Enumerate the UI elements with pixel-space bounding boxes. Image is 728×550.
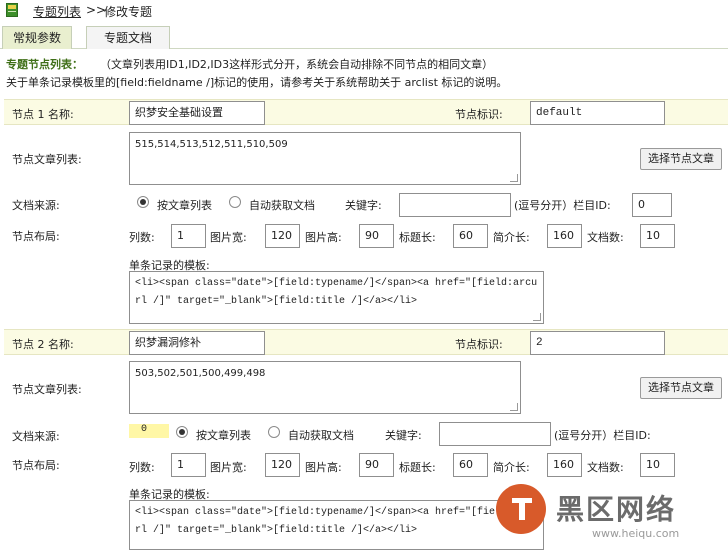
node1-imgw-label: 图片宽: xyxy=(210,231,247,244)
resize-grip-icon[interactable] xyxy=(510,174,518,182)
node1-imgh-input[interactable]: 90 xyxy=(359,224,394,248)
node2-layout-label: 节点布局: xyxy=(12,459,60,472)
node2-rownum-label: 文档数: xyxy=(587,461,624,474)
node2-name-label: 节点 2 名称: xyxy=(12,338,74,351)
node1-imgh-label: 图片高: xyxy=(305,231,342,244)
node2-imgh-label: 图片高: xyxy=(305,461,342,474)
resize-grip-icon[interactable] xyxy=(510,403,518,411)
breadcrumb-link-topic-list[interactable]: 专题列表 xyxy=(33,3,81,20)
node1-cols-input[interactable]: 1 xyxy=(171,224,206,248)
node2-radio-auto[interactable] xyxy=(268,426,280,438)
book-icon xyxy=(6,3,18,17)
node1-template-line1: <li><span class="date">[field:typename/]… xyxy=(135,278,538,289)
node1-source-label: 文档来源: xyxy=(12,199,60,212)
node2-cols-label: 列数: xyxy=(129,461,155,474)
node2-rownum-input[interactable]: 10 xyxy=(640,453,675,477)
notes-line1: （文章列表用ID1,ID2,ID3这样形式分开，系统会自动排除不同节点的相同文章… xyxy=(100,58,494,71)
node1-template-line2: rl /]" target="_blank">[field:title /]</… xyxy=(135,296,418,307)
node2-imgh-input[interactable]: 90 xyxy=(359,453,394,477)
node2-infolen-label: 简介长: xyxy=(493,461,530,474)
node2-keyword-hint: (逗号分开）栏目ID: xyxy=(554,429,651,442)
notes-line2: 关于单条记录模板里的[field:fieldname /]标记的使用，请参考关于… xyxy=(6,76,508,89)
node2-article-list-textarea[interactable]: 503,502,501,500,499,498 xyxy=(129,361,521,414)
node1-layout-label: 节点布局: xyxy=(12,230,60,243)
node1-radio-auto-label: 自动获取文档 xyxy=(249,199,315,212)
node2-name-input[interactable]: 织梦漏洞修补 xyxy=(129,331,265,355)
node2-titlelen-input[interactable]: 60 xyxy=(453,453,488,477)
node2-cols-input[interactable]: 1 xyxy=(171,453,206,477)
node1-titlelen-label: 标题长: xyxy=(399,231,436,244)
node2-template-line1: <li><span class="date">[field:typename/]… xyxy=(135,507,538,518)
node1-flag-label: 节点标识: xyxy=(455,108,503,121)
node1-radio-manual[interactable] xyxy=(137,196,149,208)
node1-list-label: 节点文章列表: xyxy=(12,153,82,166)
node2-titlelen-label: 标题长: xyxy=(399,461,436,474)
node2-imgw-label: 图片宽: xyxy=(210,461,247,474)
node2-keyword-label: 关键字: xyxy=(385,429,422,442)
node1-name-label: 节点 1 名称: xyxy=(12,108,74,121)
resize-grip-icon[interactable] xyxy=(533,313,541,321)
watermark-logo-mark xyxy=(512,498,532,520)
node2-flag-label: 节点标识: xyxy=(455,338,503,351)
breadcrumb-current: 修改专题 xyxy=(104,5,153,19)
node2-list-label: 节点文章列表: xyxy=(12,383,82,396)
node1-keyword-label: 关键字: xyxy=(345,199,382,212)
node2-radio-auto-label: 自动获取文档 xyxy=(288,429,354,442)
node1-name-input[interactable]: 织梦安全基础设置 xyxy=(129,101,265,125)
node1-rownum-input[interactable]: 10 xyxy=(640,224,675,248)
tab-general-params[interactable]: 常规参数 xyxy=(2,26,72,49)
node2-select-articles-button[interactable]: 选择节点文章 xyxy=(640,377,722,399)
node2-radio-manual-label: 按文章列表 xyxy=(196,429,251,442)
node2-typeid-value: 0 xyxy=(141,424,148,435)
node1-cols-label: 列数: xyxy=(129,231,155,244)
node1-radio-manual-label: 按文章列表 xyxy=(157,199,212,212)
node1-infolen-input[interactable]: 160 xyxy=(547,224,582,248)
watermark-title: 黑区网络 xyxy=(556,493,677,526)
node2-flag-input[interactable]: 2 xyxy=(530,331,665,355)
node2-typeid-tip xyxy=(129,424,169,438)
node1-infolen-label: 简介长: xyxy=(493,231,530,244)
node1-template-textarea[interactable]: <li><span class="date">[field:typename/]… xyxy=(129,271,544,324)
watermark-url: www.heiqu.com xyxy=(592,527,680,540)
node1-titlelen-input[interactable]: 60 xyxy=(453,224,488,248)
node2-source-label: 文档来源: xyxy=(12,430,60,443)
node1-article-list-textarea[interactable]: 515,514,513,512,511,510,509 xyxy=(129,132,521,185)
node1-imgw-input[interactable]: 120 xyxy=(265,224,300,248)
node1-keyword-input[interactable] xyxy=(399,193,511,217)
node1-select-articles-button[interactable]: 选择节点文章 xyxy=(640,148,722,170)
node1-typeid-input[interactable]: 0 xyxy=(632,193,672,217)
node1-flag-input[interactable]: default xyxy=(530,101,665,125)
node2-template-textarea[interactable]: <li><span class="date">[field:typename/]… xyxy=(129,500,544,550)
node1-keyword-hint: (逗号分开）栏目ID: xyxy=(514,199,611,212)
node2-infolen-input[interactable]: 160 xyxy=(547,453,582,477)
node2-imgw-input[interactable]: 120 xyxy=(265,453,300,477)
node1-radio-auto[interactable] xyxy=(229,196,241,208)
node2-radio-manual[interactable] xyxy=(176,426,188,438)
node2-template-line2: rl /]" target="_blank">[field:title /]</… xyxy=(135,525,418,536)
tab-topic-documents[interactable]: 专题文档 xyxy=(86,26,170,49)
notes-title: 专题节点列表： xyxy=(6,58,83,71)
node2-keyword-input[interactable] xyxy=(439,422,551,446)
node1-rownum-label: 文档数: xyxy=(587,231,624,244)
